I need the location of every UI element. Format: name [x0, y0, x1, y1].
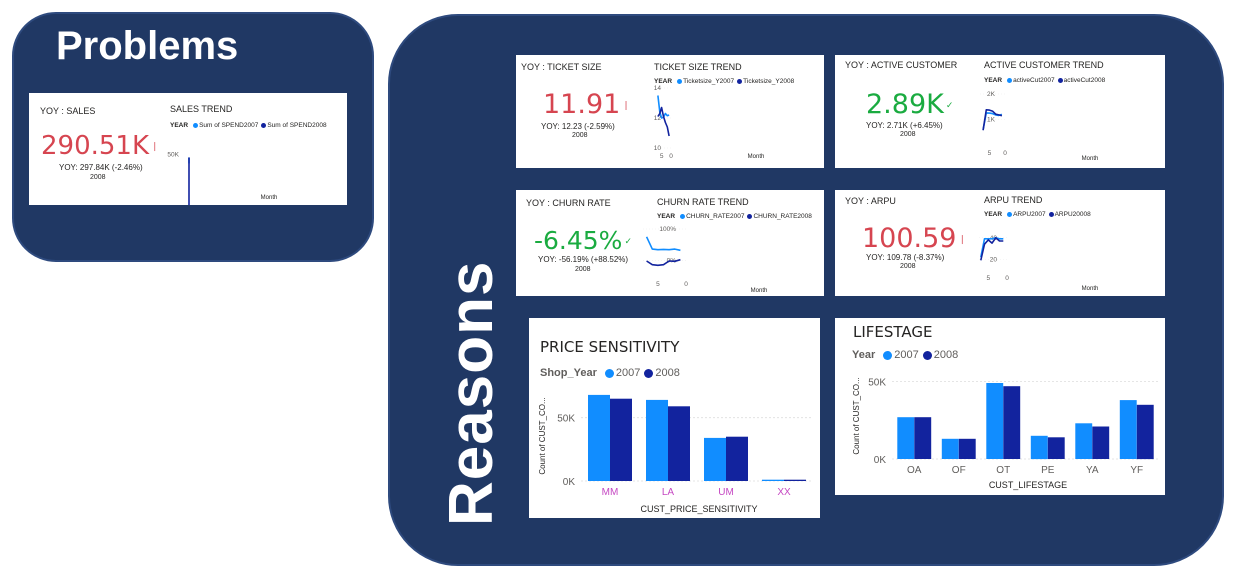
bar-2008-LA [668, 406, 690, 481]
x-tick-label: OA [907, 465, 922, 476]
reasons-title: Reasons [437, 260, 506, 526]
x-tick-label: XX [777, 487, 791, 498]
bar-2008-YA [1092, 426, 1110, 459]
bar-2007-UM [704, 437, 726, 481]
x-tick-label: OT [996, 465, 1010, 476]
x-tick-label: PE [1041, 465, 1055, 476]
x-tick-label: 0 [684, 281, 688, 288]
active-customer-card: YOY : ACTIVE CUSTOMER 2.89K ✓ YOY: 2.71K … [835, 55, 1165, 168]
problems-title: Problems [56, 24, 239, 68]
x-tick-label: YF [1130, 465, 1143, 476]
bar-2008-OT [1003, 386, 1021, 459]
bar-2007-PE [1030, 435, 1048, 460]
sales-trend-chart: 0K50K05Month [167, 152, 278, 205]
bar-2008-MM [610, 398, 632, 481]
bar-2007-OA [897, 417, 915, 459]
x-tick-label: UM [718, 487, 734, 498]
sales-card: YOY : SALES 290.51K ❘ YOY: 297.84K (-2.46… [29, 93, 347, 205]
x-axis-label: Month [751, 288, 768, 294]
lifestage-bar-chart: 0K 50K OA OF OT PE YA YF CUST_LIFESTAGE Count of … [852, 377, 1159, 490]
y-axis-label: Count of CUST_CO... [852, 377, 861, 454]
bar-2008-UM [726, 436, 748, 481]
x-tick-label: OF [952, 465, 966, 476]
x-axis-label: Month [261, 195, 278, 201]
y-tick-label: 0K [874, 455, 887, 466]
y-tick-label: 10 [654, 145, 662, 152]
bar-2008-YF [1136, 404, 1154, 460]
bar-2008-PE [1047, 437, 1065, 459]
arpu-card: YOY : ARPU 100.59 ❘ YOY: 109.78 (-8.37%) … [835, 190, 1165, 296]
bar-2007-OF [941, 438, 959, 459]
bar-2007-YF [1119, 400, 1137, 459]
y-tick-label: 20 [990, 256, 998, 263]
ticket-size-card: YOY : TICKET SIZE 11.91 ❘ YOY: 12.23 (-2.… [516, 55, 824, 168]
bar-2007-YA [1075, 423, 1093, 459]
x-tick-label: LA [662, 487, 675, 498]
x-axis-label: CUST_PRICE_SENSITIVITY [640, 504, 757, 514]
x-tick-label: 0 [1003, 150, 1007, 157]
price-sensitivity-card: PRICE SENSITIVITY Shop_Year 2007 2008 0K 50… [529, 318, 820, 518]
lifestage-card: LIFESTAGE Year 2007 2008 0K 50K OA OF OT PE YA YF… [835, 318, 1165, 495]
bar-2007-XX [762, 479, 784, 481]
y-tick-label: 50K [167, 152, 179, 159]
y-tick-label: 50K [557, 414, 575, 425]
x-tick-label: 5 [988, 150, 992, 157]
arpu-trend-chart: 204005Month [977, 235, 1099, 292]
bar-2008-OA [914, 417, 932, 459]
x-axis-label: Month [1082, 286, 1099, 292]
x-tick-label: 0 [669, 153, 673, 160]
y-tick-label: 0K [563, 477, 576, 488]
bar-2008-XX [784, 479, 806, 481]
y-axis-label: Count of CUST_CO... [538, 397, 547, 474]
bar-2007-MM [588, 394, 610, 481]
x-tick-label: 5 [656, 281, 660, 288]
y-tick-label: 100% [659, 226, 676, 233]
bar-2007-OT [986, 383, 1004, 459]
x-axis-label: Month [748, 154, 765, 160]
x-axis-label: Month [1082, 156, 1099, 162]
y-tick-label: 50K [868, 378, 886, 389]
x-axis-label: CUST_LIFESTAGE [989, 480, 1067, 490]
bar-2007-LA [646, 399, 668, 481]
x-tick-label: YA [1086, 465, 1099, 476]
bar-2008-OF [958, 438, 976, 459]
active-customer-trend-chart: 1K 2K 0 5 Month [980, 91, 1099, 162]
churn-rate-trend-chart: 0%100%05Month [641, 226, 768, 294]
churn-rate-card: YOY : CHURN RATE -6.45% ✓ YOY: -56.19% (+… [516, 190, 824, 296]
price-sensitivity-bar-chart: 0K 50K MM LA UM XX CUST_PRICE_SENSITIVITY Count… [538, 394, 813, 514]
y-tick-label: 14 [654, 85, 662, 92]
x-tick-label: 5 [660, 153, 664, 160]
x-tick-label: 5 [986, 275, 990, 282]
series-line-2007 [645, 236, 681, 252]
y-tick-label: 2K [987, 91, 996, 98]
x-tick-label: 0 [1005, 275, 1009, 282]
x-tick-label: MM [602, 487, 619, 498]
y-tick-label: 1K [987, 117, 996, 124]
ticket-size-trend-chart: 10121405 Month [654, 85, 765, 160]
